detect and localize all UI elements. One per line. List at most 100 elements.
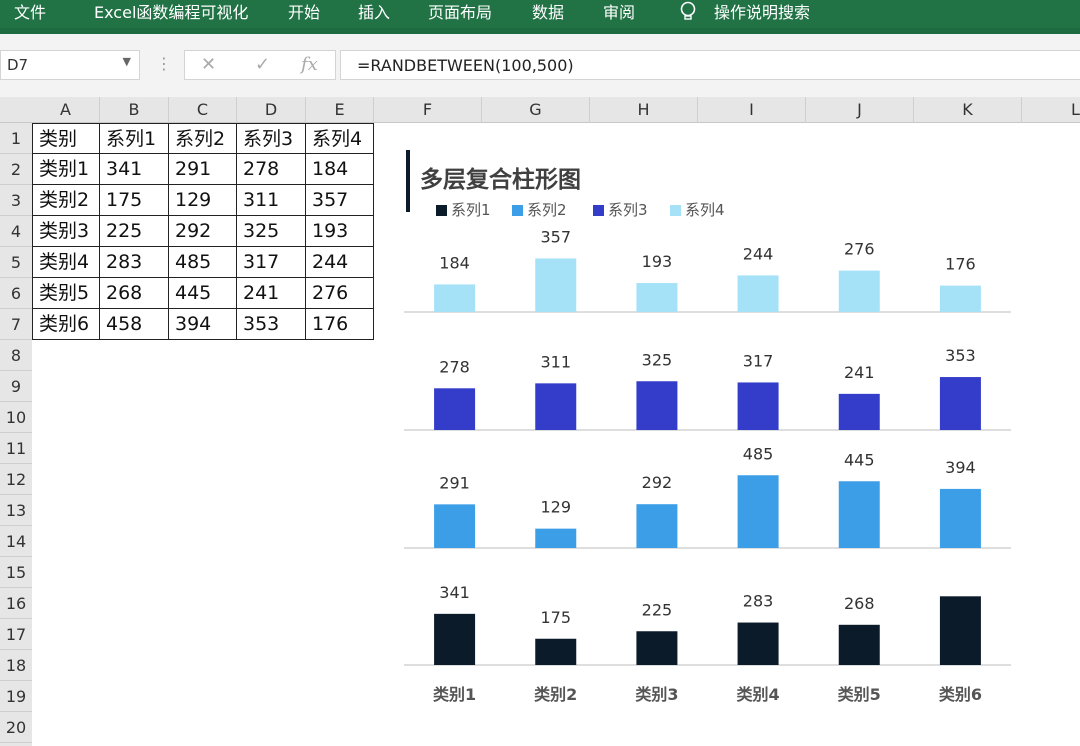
table-cell[interactable]: 458 (100, 309, 169, 340)
row-header[interactable]: 17 (0, 619, 32, 650)
table-cell[interactable]: 276 (306, 278, 374, 309)
table-cell[interactable]: 类别3 (32, 216, 100, 247)
row-header[interactable]: 9 (0, 371, 32, 402)
tab-page-layout[interactable]: 页面布局 (428, 0, 492, 26)
row-header[interactable]: 1 (0, 123, 32, 154)
tab-review[interactable]: 审阅 (603, 0, 635, 26)
table-header-cell[interactable]: 系列2 (169, 123, 237, 154)
tab-excel-visualization[interactable]: Excel函数编程可视化 (94, 0, 248, 26)
more-options-icon[interactable]: ⋮ (156, 54, 172, 73)
table-header-cell[interactable]: 类别 (32, 123, 100, 154)
row-header[interactable]: 11 (0, 433, 32, 464)
bar[interactable] (838, 270, 880, 312)
table-cell[interactable]: 193 (306, 216, 374, 247)
table-cell[interactable]: 291 (169, 154, 237, 185)
bar[interactable] (535, 383, 577, 430)
table-cell[interactable]: 317 (237, 247, 306, 278)
column-header[interactable]: I (698, 97, 806, 123)
bar[interactable] (939, 285, 981, 312)
column-header[interactable]: K (914, 97, 1022, 123)
column-header[interactable]: E (306, 97, 374, 123)
table-cell[interactable]: 241 (237, 278, 306, 309)
row-header[interactable]: 12 (0, 464, 32, 495)
row-header[interactable]: 19 (0, 681, 32, 712)
column-header[interactable]: D (237, 97, 306, 123)
row-header[interactable]: 15 (0, 557, 32, 588)
table-header-cell[interactable]: 系列4 (306, 123, 374, 154)
bar[interactable] (737, 622, 779, 665)
table-cell[interactable]: 311 (237, 185, 306, 216)
table-cell[interactable]: 325 (237, 216, 306, 247)
bar[interactable] (838, 624, 880, 665)
table-cell[interactable]: 278 (237, 154, 306, 185)
chart[interactable]: 多层复合柱形图 系列1 系列2 系列3 系列4 341 175 225 283 268 291 1… (400, 130, 1080, 746)
table-cell[interactable]: 357 (306, 185, 374, 216)
row-header[interactable]: 2 (0, 154, 32, 185)
table-header-cell[interactable]: 系列1 (100, 123, 169, 154)
row-header[interactable]: 20 (0, 712, 32, 743)
name-box[interactable]: D7 ▼ (0, 50, 140, 80)
table-cell[interactable]: 268 (100, 278, 169, 309)
tab-file[interactable]: 文件 (14, 0, 46, 26)
table-cell[interactable]: 394 (169, 309, 237, 340)
bar[interactable] (737, 475, 779, 548)
bar[interactable] (838, 393, 880, 430)
table-cell[interactable]: 类别2 (32, 185, 100, 216)
column-header[interactable]: A (32, 97, 100, 123)
table-cell[interactable]: 225 (100, 216, 169, 247)
bar[interactable] (939, 377, 981, 430)
table-cell[interactable]: 353 (237, 309, 306, 340)
column-header[interactable]: H (590, 97, 698, 123)
tell-me-search[interactable]: 操作说明搜索 (714, 0, 810, 26)
tab-home[interactable]: 开始 (288, 0, 320, 26)
row-header[interactable]: 6 (0, 278, 32, 309)
column-header[interactable]: B (100, 97, 169, 123)
table-cell[interactable]: 类别4 (32, 247, 100, 278)
bar[interactable] (535, 258, 577, 312)
bar[interactable] (535, 638, 577, 665)
bar[interactable] (434, 284, 476, 312)
bar[interactable] (434, 388, 476, 430)
table-cell[interactable]: 176 (306, 309, 374, 340)
row-header[interactable]: 13 (0, 495, 32, 526)
column-header[interactable]: J (806, 97, 914, 123)
bar[interactable] (535, 528, 577, 548)
insert-function-icon[interactable]: fx (301, 54, 318, 75)
table-cell[interactable]: 类别1 (32, 154, 100, 185)
row-header[interactable]: 3 (0, 185, 32, 216)
row-header[interactable]: 10 (0, 402, 32, 433)
table-cell[interactable]: 类别5 (32, 278, 100, 309)
cancel-icon[interactable]: ✕ (201, 54, 216, 75)
column-header[interactable]: F (374, 97, 482, 123)
chevron-down-icon[interactable]: ▼ (123, 55, 131, 68)
column-header[interactable]: C (169, 97, 237, 123)
bar[interactable] (434, 613, 476, 665)
table-cell[interactable]: 类别6 (32, 309, 100, 340)
bar[interactable] (838, 481, 880, 548)
bar[interactable] (636, 504, 678, 548)
column-header[interactable]: G (482, 97, 590, 123)
table-cell[interactable]: 292 (169, 216, 237, 247)
bar[interactable] (737, 382, 779, 430)
row-header[interactable]: 5 (0, 247, 32, 278)
column-header[interactable]: L (1022, 97, 1080, 123)
table-cell[interactable]: 184 (306, 154, 374, 185)
row-header[interactable]: 16 (0, 588, 32, 619)
bar[interactable] (636, 631, 678, 665)
tab-insert[interactable]: 插入 (358, 0, 390, 26)
table-cell[interactable]: 244 (306, 247, 374, 278)
table-cell[interactable]: 445 (169, 278, 237, 309)
table-cell[interactable]: 283 (100, 247, 169, 278)
table-header-cell[interactable]: 系列3 (237, 123, 306, 154)
tab-data[interactable]: 数据 (532, 0, 564, 26)
enter-icon[interactable]: ✓ (255, 54, 270, 75)
bar[interactable] (636, 283, 678, 312)
bar[interactable] (636, 381, 678, 430)
table-cell[interactable]: 175 (100, 185, 169, 216)
row-header[interactable]: 18 (0, 650, 32, 681)
bar[interactable] (737, 275, 779, 312)
bar[interactable] (939, 488, 981, 548)
lightbulb-icon[interactable] (678, 0, 698, 26)
table-cell[interactable]: 485 (169, 247, 237, 278)
row-header[interactable]: 4 (0, 216, 32, 247)
